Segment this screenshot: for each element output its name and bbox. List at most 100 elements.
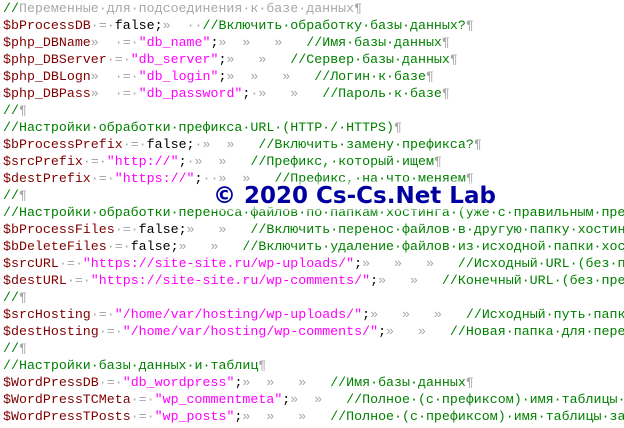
- code-line[interactable]: $destHosting·=·"/home/var/hosting/wp-com…: [3, 323, 624, 340]
- whitespace-marker: ·=·: [82, 154, 107, 169]
- pilcrow-mark: ¶: [18, 341, 27, 356]
- variable-token: $bProcessPrefix: [3, 137, 123, 152]
- whitespace-marker: Переменные·для·подсоединения·к·базе·данн…: [18, 1, 355, 16]
- whitespace-marker: ·=·: [58, 256, 83, 271]
- comment-token: //Настройки·обработки·префикса·URL·(HTTP…: [3, 120, 394, 135]
- variable-token: $php_DBServer: [3, 52, 107, 67]
- code-line[interactable]: $bProcessFiles·=·false;» » //Включить·пе…: [3, 221, 624, 238]
- comment-token: //: [3, 290, 19, 305]
- pilcrow-mark: ¶: [433, 154, 442, 169]
- code-token: ;: [178, 154, 187, 169]
- comment-token: //Включить·перенос·файлов·в·другую·папку…: [250, 222, 624, 237]
- comment-token: //Настройки·базы·данных·и·таблиц: [3, 358, 259, 373]
- copyright-watermark: © 2020 Cs-Cs.Net Lab: [211, 181, 498, 211]
- variable-token: $srcURL: [3, 256, 59, 271]
- comment-token: //Полное·(с·префиксом)·имя·таблицы·метад…: [346, 392, 624, 407]
- code-line[interactable]: $bProcessDB·=·false;» ··//Включить·обраб…: [3, 17, 624, 34]
- whitespace-marker: ·» »: [186, 154, 251, 169]
- whitespace-marker: » »: [290, 392, 347, 407]
- comment-token: //Исходный·URL·(без·префикса): [457, 256, 624, 271]
- pilcrow-mark: ¶: [449, 52, 458, 67]
- code-line[interactable]: $php_DBLogn» ·=·"db_login";» » » //Логин…: [3, 68, 624, 85]
- code-line[interactable]: $srcURL·=·"https://site-site.ru/wp-uploa…: [3, 255, 624, 272]
- string-token: "db_name": [138, 35, 211, 50]
- whitespace-marker: ·=·: [90, 18, 115, 33]
- comment-token: //Полное·(с·префиксом)·имя·таблицы·запис…: [330, 409, 624, 424]
- comment-token: //Сервер·базы·данных: [290, 52, 450, 67]
- whitespace-marker: ·=·: [98, 324, 123, 339]
- variable-token: $php_DBPass: [3, 86, 91, 101]
- comment-token: //: [3, 188, 19, 203]
- comment-token: //Имя·базы·данных: [330, 375, 466, 390]
- pilcrow-mark: ¶: [473, 137, 482, 152]
- whitespace-marker: » ·=·: [90, 69, 139, 84]
- whitespace-marker: » ··: [162, 18, 203, 33]
- variable-token: $php_DBLogn: [3, 69, 91, 84]
- code-token: ;: [378, 324, 387, 339]
- whitespace-marker: » » »: [242, 375, 331, 390]
- comment-token: //: [3, 341, 19, 356]
- code-editor[interactable]: // Переменные·для·подсоединения·к·базе·да…: [0, 0, 624, 428]
- string-token: "db_password": [138, 86, 243, 101]
- comment-token: //Имя·базы·данных: [306, 35, 442, 50]
- string-token: "https://site-site.ru/wp-uploads/": [82, 256, 355, 271]
- code-line[interactable]: //Настройки·обработки·префикса·URL·(HTTP…: [3, 119, 624, 136]
- string-token: "wp_posts": [154, 409, 235, 424]
- string-token: "db_server": [130, 52, 219, 67]
- pilcrow-mark: ¶: [441, 86, 450, 101]
- code-line[interactable]: $srcPrefix·=·"http://";·» » //Префикс,·к…: [3, 153, 624, 170]
- comment-token: //Конечный·URL·(без·префикса): [441, 273, 624, 288]
- code-line[interactable]: //¶: [3, 289, 624, 306]
- whitespace-marker: ·» »: [194, 137, 259, 152]
- pilcrow-mark: ¶: [258, 358, 267, 373]
- code-line[interactable]: $php_DBPass» ·=·"db_password";·» » //Пар…: [3, 85, 624, 102]
- comment-token: //Новая·папка·для·переноса·файлов: [449, 324, 624, 339]
- whitespace-marker: » » »: [362, 256, 458, 271]
- pilcrow-mark: ¶: [441, 35, 450, 50]
- comment-token: //Включить·удаление·файлов·из·исходной·п…: [242, 239, 624, 254]
- code-line[interactable]: $WordPressTCMeta·=·"wp_commentmeta";» » …: [3, 391, 624, 408]
- comment-token: //Пароль·к·базе: [322, 86, 442, 101]
- code-line[interactable]: $bDeleteFiles·=·false;» » //Включить·уда…: [3, 238, 624, 255]
- code-line[interactable]: $php_DBName» ·=·"db_name";» » » //Имя·ба…: [3, 34, 624, 51]
- code-token: ;: [354, 256, 363, 271]
- variable-token: $destURL: [3, 273, 67, 288]
- code-token: ;: [362, 307, 371, 322]
- pilcrow-mark: ¶: [18, 290, 27, 305]
- code-line[interactable]: //¶: [3, 340, 624, 357]
- code-line[interactable]: //¶: [3, 102, 624, 119]
- code-line[interactable]: $php_DBServer·=·"db_server";» » //Сервер…: [3, 51, 624, 68]
- pilcrow-mark: ¶: [465, 375, 474, 390]
- comment-token: //: [3, 103, 19, 118]
- code-line[interactable]: $bProcessPrefix·=·false;·» » //Включить·…: [3, 136, 624, 153]
- whitespace-marker: » »: [378, 273, 442, 288]
- string-token: "/home/var/hosting/wp-comments/": [122, 324, 379, 339]
- code-line[interactable]: $srcHosting·=·"/home/var/hosting/wp-uplo…: [3, 306, 624, 323]
- whitespace-marker: ·=·: [114, 222, 139, 237]
- variable-token: $bProcessDB: [3, 18, 91, 33]
- string-token: "db_wordpress": [122, 375, 235, 390]
- variable-token: $WordPressTCMeta: [3, 392, 131, 407]
- whitespace-marker: ·=·: [90, 307, 115, 322]
- comment-token: //Префикс,·который·ищем: [250, 154, 434, 169]
- string-token: "wp_commentmeta": [154, 392, 283, 407]
- whitespace-marker: ·=·: [122, 137, 147, 152]
- variable-token: $php_DBName: [3, 35, 91, 50]
- code-line[interactable]: //Настройки·базы·данных·и·таблиц¶: [3, 357, 624, 374]
- string-token: "https://site-site.ru/wp-comments/": [90, 273, 371, 288]
- whitespace-marker: ·=·: [106, 52, 131, 67]
- variable-token: $bProcessFiles: [3, 222, 115, 237]
- code-token: ;: [370, 273, 379, 288]
- code-token: false;: [130, 239, 179, 254]
- code-line[interactable]: $WordPressDB·=·"db_wordpress";» » » //Им…: [3, 374, 624, 391]
- variable-token: $WordPressDB: [3, 375, 99, 390]
- pilcrow-mark: ¶: [18, 188, 27, 203]
- code-token: ;: [194, 171, 203, 186]
- code-line[interactable]: //Переменные·для·подсоединения·к·базе·да…: [3, 0, 624, 17]
- code-line[interactable]: $WordPressTPosts·=·"wp_posts";» » » //По…: [3, 408, 624, 425]
- whitespace-marker: » » »: [242, 409, 331, 424]
- whitespace-marker: » ·=·: [90, 35, 139, 50]
- whitespace-marker: ·=·: [98, 375, 123, 390]
- code-line[interactable]: $destURL·=·"https://site-site.ru/wp-comm…: [3, 272, 624, 289]
- string-token: "db_login": [138, 69, 219, 84]
